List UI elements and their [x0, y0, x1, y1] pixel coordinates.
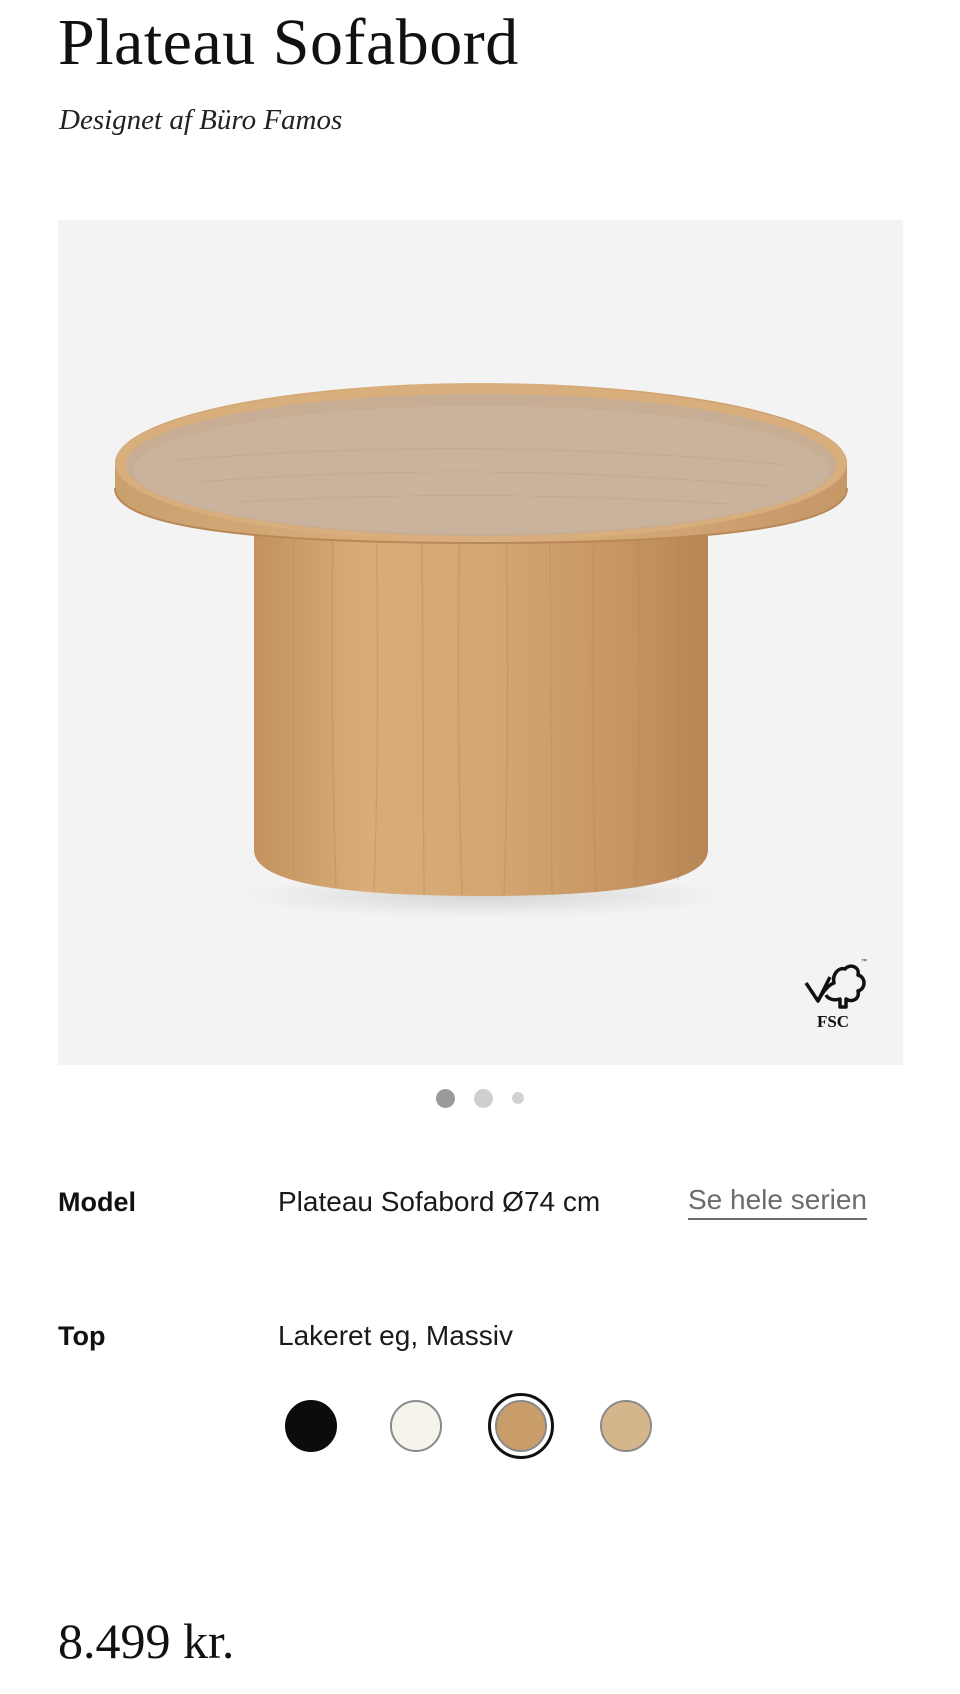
swatch-white-color	[390, 1400, 442, 1452]
top-swatch-list	[278, 1393, 698, 1459]
gallery-dot-2[interactable]	[474, 1088, 493, 1108]
swatch-lacquered-oak[interactable]	[488, 1393, 554, 1459]
swatch-black-color	[285, 1400, 337, 1452]
svg-text:™: ™	[861, 958, 867, 965]
model-value: Plateau Sofabord Ø74 cm	[278, 1186, 601, 1217]
swatch-light-oak[interactable]	[593, 1393, 659, 1459]
swatch-light-oak-color	[600, 1400, 652, 1452]
product-price: 8.499 kr.	[58, 1613, 235, 1669]
product-title: Plateau Sofabord	[58, 6, 519, 79]
model-label: Model	[58, 1187, 136, 1217]
top-value: Lakeret eg, Massiv	[278, 1320, 513, 1351]
product-page: Plateau Sofabord Designet af Büro Famos	[0, 0, 960, 1694]
see-full-series-link[interactable]: Se hele serien	[688, 1184, 868, 1220]
top-label: Top	[58, 1321, 106, 1351]
swatch-white[interactable]	[383, 1393, 449, 1459]
gallery-dot-1[interactable]	[436, 1088, 455, 1108]
gallery-dot-3[interactable]	[512, 1092, 524, 1104]
fsc-badge-icon: ™ FSC	[804, 958, 867, 1031]
fsc-badge-text: FSC	[817, 1012, 849, 1031]
designer-credit: Designet af Büro Famos	[59, 104, 343, 136]
swatch-lacquered-oak-color	[495, 1400, 547, 1452]
swatch-black[interactable]	[278, 1393, 344, 1459]
product-image-gallery[interactable]: ™ FSC	[58, 220, 903, 1065]
gallery-pagination	[0, 1088, 960, 1108]
product-image	[114, 383, 848, 918]
